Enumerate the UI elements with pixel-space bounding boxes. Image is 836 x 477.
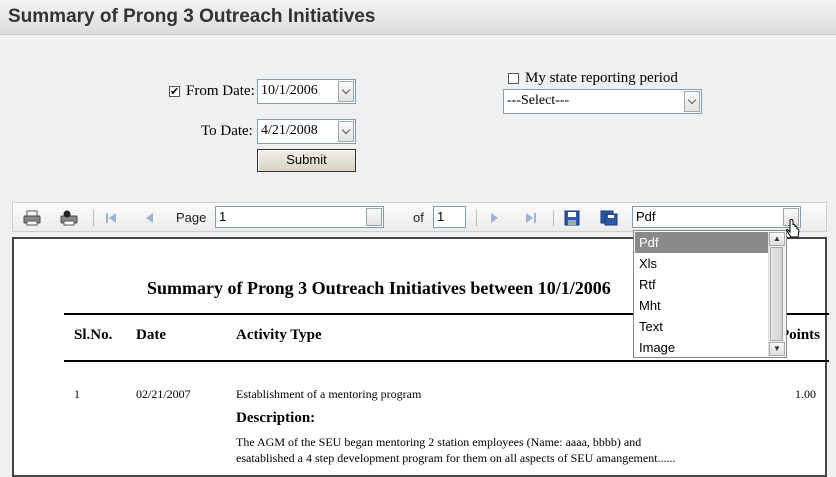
report-toolbar: Page 1 of 1 Pdf	[12, 202, 827, 232]
from-date-value: 10/1/2006	[261, 83, 318, 98]
dropdown-option-mht[interactable]: Mht	[635, 295, 769, 316]
scroll-down-icon[interactable]: ▼	[769, 342, 785, 356]
last-page-icon[interactable]	[522, 210, 540, 226]
row-slno: 1	[74, 387, 80, 401]
scroll-up-icon[interactable]: ▲	[769, 232, 785, 246]
page-select-value: 1	[219, 209, 227, 224]
page-title: Summary of Prong 3 Outreach Initiatives	[8, 6, 376, 27]
toolbar-separator	[476, 210, 477, 226]
to-date-label: To Date:	[201, 123, 253, 139]
previous-page-icon[interactable]	[141, 210, 159, 226]
column-header-slno: Sl.No.	[74, 327, 113, 343]
report-title: Summary of Prong 3 Outreach Initiatives …	[147, 278, 611, 298]
row-activity: Establishment of a mentoring program	[236, 387, 422, 401]
export-icon[interactable]	[600, 210, 618, 226]
state-period-checkbox[interactable]	[508, 73, 519, 84]
from-date-dropdown-icon[interactable]	[338, 81, 354, 102]
description-line-1: The AGM of the SEU began mentoring 2 sta…	[236, 435, 642, 449]
export-format-select[interactable]: Pdf	[632, 206, 801, 228]
save-icon[interactable]	[563, 210, 581, 226]
column-header-date: Date	[136, 327, 166, 343]
state-period-value: ---Select---	[507, 93, 570, 108]
dropdown-option-pdf[interactable]: Pdf	[635, 232, 769, 253]
export-format-value: Pdf	[636, 209, 656, 224]
dropdown-scrollbar[interactable]: ▲ ▼	[768, 232, 785, 356]
column-header-activity: Activity Type	[236, 327, 322, 343]
print-preview-icon[interactable]	[60, 210, 78, 226]
next-page-icon[interactable]	[485, 210, 503, 226]
dropdown-option-xls[interactable]: Xls	[635, 253, 769, 274]
of-label: of	[413, 210, 424, 225]
from-date-checkbox[interactable]: ✔	[169, 86, 180, 97]
page-dropdown-icon[interactable]	[366, 208, 382, 226]
hand-cursor-icon	[786, 219, 800, 238]
description-line-2: esatablished a 4 step development progra…	[236, 451, 676, 465]
print-icon[interactable]	[23, 210, 41, 226]
to-date-dropdown-icon[interactable]	[338, 121, 354, 142]
submit-button[interactable]: Submit	[257, 149, 356, 172]
total-pages-field[interactable]: 1	[433, 206, 466, 228]
to-date-value: 4/21/2008	[261, 123, 318, 138]
scroll-thumb[interactable]	[770, 247, 783, 341]
description-label: Description:	[236, 410, 316, 426]
toolbar-separator	[93, 210, 94, 226]
dropdown-option-rtf[interactable]: Rtf	[635, 274, 769, 295]
dropdown-option-text[interactable]: Text	[635, 316, 769, 337]
header-bottom-rule	[64, 360, 829, 362]
from-date-field[interactable]: 10/1/2006	[257, 79, 356, 104]
row-date: 02/21/2007	[136, 387, 191, 401]
toolbar-separator	[553, 210, 554, 226]
page-label: Page	[176, 210, 207, 225]
check-icon: ✔	[170, 85, 180, 98]
row-points: 1.00	[795, 387, 816, 401]
page-select[interactable]: 1	[215, 206, 384, 228]
from-date-label: From Date:	[186, 83, 255, 99]
state-period-select[interactable]: ---Select---	[503, 89, 702, 114]
first-page-icon[interactable]	[102, 210, 120, 226]
dropdown-option-image[interactable]: Image	[635, 337, 769, 358]
state-period-dropdown-icon[interactable]	[684, 91, 700, 112]
to-date-field[interactable]: 4/21/2008	[257, 119, 356, 144]
export-format-dropdown[interactable]: Pdf Xls Rtf Mht Text Image ▲ ▼	[633, 230, 787, 358]
title-bar: Summary of Prong 3 Outreach Initiatives	[0, 0, 836, 35]
state-period-label: My state reporting period	[525, 70, 678, 86]
